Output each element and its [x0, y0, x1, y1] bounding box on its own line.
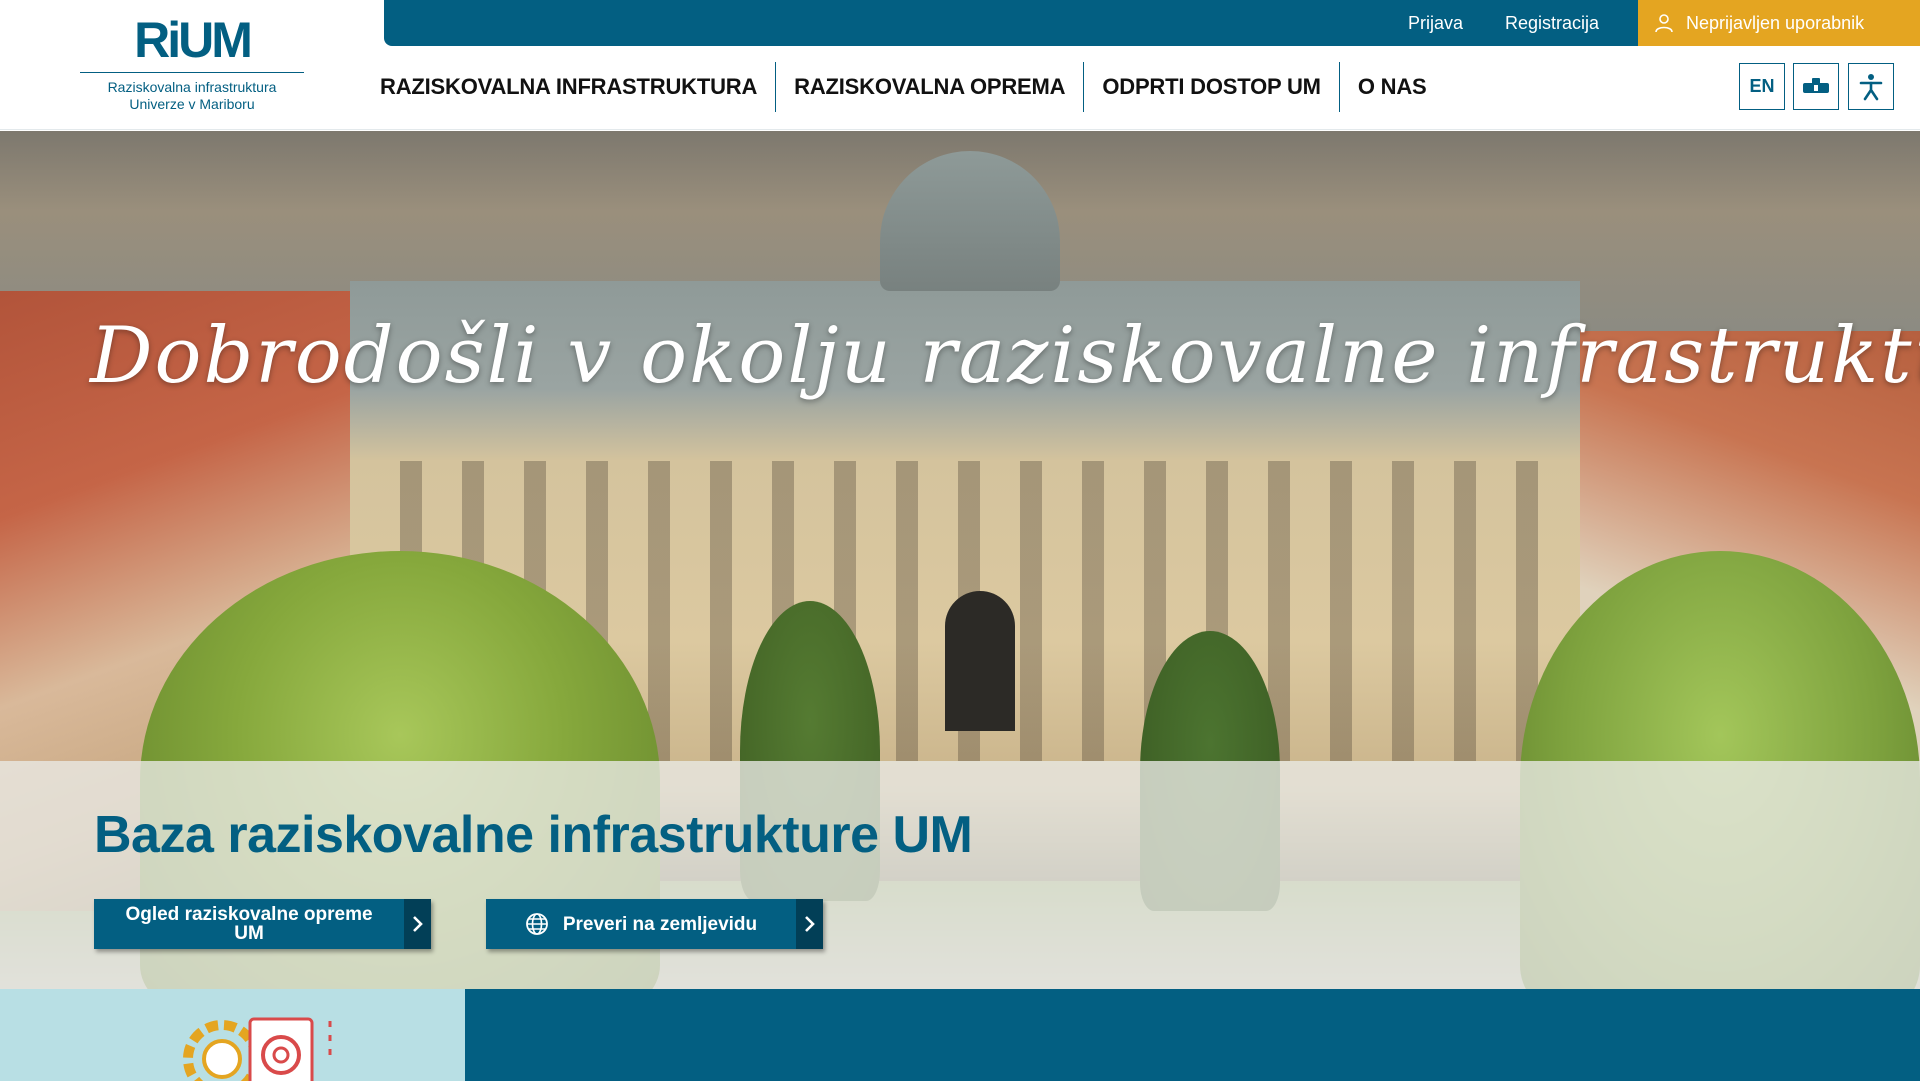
feature-tile-light — [0, 989, 465, 1081]
logo-mark: RiUM — [134, 12, 253, 68]
view-equipment-button[interactable]: Ogled raziskovalne opreme UM — [94, 899, 431, 949]
login-link[interactable]: Prijava — [1408, 0, 1463, 46]
user-status-button[interactable]: Neprijavljen uporabnik — [1638, 0, 1920, 46]
panel-title: Baza raziskovalne infrastrukture UM — [94, 806, 973, 864]
sign-language-icon — [1803, 77, 1829, 93]
site-header: RiUM Raziskovalna infrastruktura Univerz… — [0, 0, 1920, 130]
feature-tile-dark — [465, 989, 1920, 1081]
nav-item-about[interactable]: O NAS — [1340, 62, 1445, 112]
nav-item-research-equipment[interactable]: RAZISKOVALNA OPREMA — [776, 62, 1085, 112]
logo-divider — [80, 72, 304, 73]
language-label: EN — [1749, 76, 1775, 96]
check-on-map-label: Preveri na zemljevidu — [562, 913, 758, 935]
hero-photo-entrance — [945, 591, 1015, 731]
hero-panel: Baza raziskovalne infrastrukture UM Ogle… — [0, 761, 1920, 989]
site-logo[interactable]: RiUM Raziskovalna infrastruktura Univerz… — [80, 14, 304, 118]
logo-line-1: Raziskovalna infrastruktura — [107, 79, 277, 95]
accessibility-icon — [1859, 73, 1883, 100]
sign-language-button[interactable] — [1793, 63, 1839, 110]
user-status-label: Neprijavljen uporabnik — [1686, 13, 1865, 33]
nav-item-research-infrastructure[interactable]: RAZISKOVALNA INFRASTRUKTURA — [362, 62, 777, 112]
logo-line-2: Univerze v Mariboru — [129, 96, 255, 112]
view-equipment-label: Ogled raziskovalne opreme UM — [125, 904, 373, 944]
register-link[interactable]: Registracija — [1505, 0, 1599, 46]
nav-item-open-access[interactable]: ODPRTI DOSTOP UM — [1084, 62, 1340, 112]
top-bar: Prijava Registracija Neprijavljen uporab… — [384, 0, 1920, 46]
research-illustration-icon — [183, 1017, 332, 1081]
chevron-right-icon — [796, 899, 823, 949]
welcome-heading: Dobrodošli v okolju raziskovalne infrast… — [90, 311, 1920, 401]
language-switch-button[interactable]: EN — [1739, 63, 1785, 110]
hero-banner: Dobrodošli v okolju raziskovalne infrast… — [0, 131, 1920, 989]
chevron-right-icon — [404, 899, 431, 949]
main-navigation: RAZISKOVALNA INFRASTRUKTURA RAZISKOVALNA… — [362, 62, 1445, 112]
accessibility-button[interactable] — [1848, 63, 1894, 110]
check-on-map-content: Preveri na zemljevidu — [486, 899, 796, 949]
user-icon — [1655, 14, 1673, 33]
check-on-map-button[interactable]: Preveri na zemljevidu — [486, 899, 823, 949]
globe-icon — [525, 913, 548, 935]
